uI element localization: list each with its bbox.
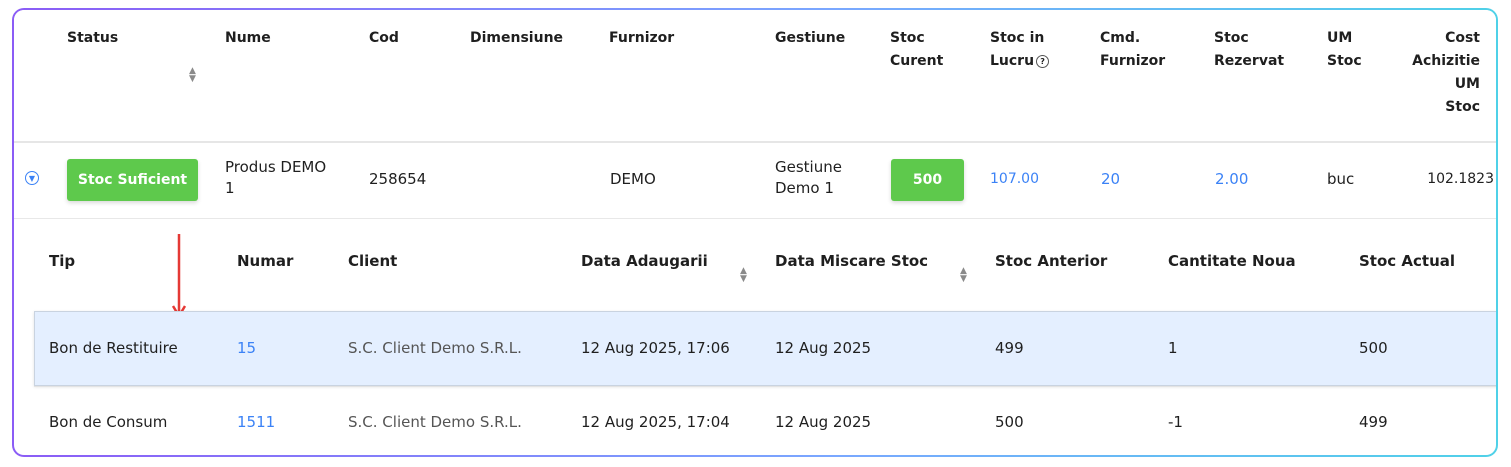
product-supplier: DEMO <box>610 170 656 188</box>
col-header-cod[interactable]: Cod <box>369 27 399 50</box>
status-badge[interactable]: Stoc Suficient <box>67 159 198 201</box>
row-stoc-anterior: 499 <box>995 339 1024 357</box>
product-name[interactable]: Produs DEMO 1 <box>225 157 326 199</box>
row-data-adaugarii: 12 Aug 2025, 17:04 <box>581 413 730 431</box>
col-header-furnizor[interactable]: Furnizor <box>609 27 674 50</box>
col-header-um-stoc[interactable]: UM Stoc <box>1327 27 1362 73</box>
stock-current-badge[interactable]: 500 <box>891 159 964 201</box>
row-cantitate-noua: 1 <box>1168 339 1178 357</box>
row-tip: Bon de Consum <box>49 413 168 431</box>
row-data-miscare: 12 Aug 2025 <box>775 339 872 357</box>
sub-header-data-adaugarii[interactable]: Data Adaugarii <box>581 251 708 271</box>
product-warehouse: Gestiune Demo 1 <box>775 158 842 197</box>
sort-arrows-icon[interactable]: ▲ ▼ <box>189 67 196 84</box>
row-stoc-anterior: 500 <box>995 413 1024 431</box>
sub-header-stoc-actual[interactable]: Stoc Actual <box>1359 251 1455 271</box>
col-header-stoc-rezervat[interactable]: Stoc Rezervat <box>1214 27 1284 73</box>
sub-header-tip[interactable]: Tip <box>49 251 75 271</box>
red-arrow-down-icon <box>171 234 187 319</box>
sub-header-stoc-anterior[interactable]: Stoc Anterior <box>995 251 1107 271</box>
row-data-miscare: 12 Aug 2025 <box>775 413 872 431</box>
sub-header-cantitate-noua[interactable]: Cantitate Noua <box>1168 251 1296 271</box>
product-code: 258654 <box>369 170 427 188</box>
col-header-status[interactable]: Status <box>67 27 118 50</box>
row-numar-link[interactable]: 15 <box>237 338 256 359</box>
col-header-gestiune[interactable]: Gestiune <box>775 27 845 50</box>
col-header-stoc-in-lucru[interactable]: Stoc in Lucru? <box>990 27 1050 73</box>
col-header-cmd-furnizor[interactable]: Cmd. Furnizor <box>1100 27 1165 73</box>
stock-in-work-link[interactable]: 107.00 <box>990 169 1039 190</box>
sub-header-data-miscare[interactable]: Data Miscare Stoc <box>775 251 928 271</box>
stock-reserved-link[interactable]: 2.00 <box>1215 169 1248 190</box>
sort-arrows-icon[interactable]: ▲ ▼ <box>960 267 967 284</box>
row-stoc-actual: 500 <box>1359 339 1388 357</box>
table-frame: Status ▲ ▼ Nume Cod Dimensiune Furnizor G… <box>12 8 1498 457</box>
col-header-dimensiune[interactable]: Dimensiune <box>470 27 563 50</box>
question-circle-icon[interactable]: ? <box>1036 54 1050 68</box>
table-container: Status ▲ ▼ Nume Cod Dimensiune Furnizor G… <box>14 10 1496 455</box>
col-header-cost-achizitie[interactable]: Cost Achizitie UM Stoc <box>1392 27 1480 119</box>
sort-arrows-icon[interactable]: ▲ ▼ <box>740 267 747 284</box>
row-data-adaugarii: 12 Aug 2025, 17:06 <box>581 339 730 357</box>
row-tip: Bon de Restituire <box>49 339 178 357</box>
sub-header-client[interactable]: Client <box>348 251 397 271</box>
row-stoc-actual: 499 <box>1359 413 1388 431</box>
product-um: buc <box>1327 170 1355 188</box>
supplier-order-link[interactable]: 20 <box>1101 169 1120 190</box>
product-cost: 102.1823 <box>1427 171 1494 187</box>
sub-header-numar[interactable]: Numar <box>237 251 293 271</box>
col-header-stoc-curent[interactable]: Stoc Curent <box>890 27 943 73</box>
col-header-nume[interactable]: Nume <box>225 27 271 50</box>
row-client: S.C. Client Demo S.R.L. <box>348 339 522 357</box>
row-client: S.C. Client Demo S.R.L. <box>348 413 522 431</box>
row-numar-link[interactable]: 1511 <box>237 412 275 433</box>
chevron-down-circle-icon[interactable]: ▼ <box>25 171 39 185</box>
row-cantitate-noua: -1 <box>1168 413 1183 431</box>
